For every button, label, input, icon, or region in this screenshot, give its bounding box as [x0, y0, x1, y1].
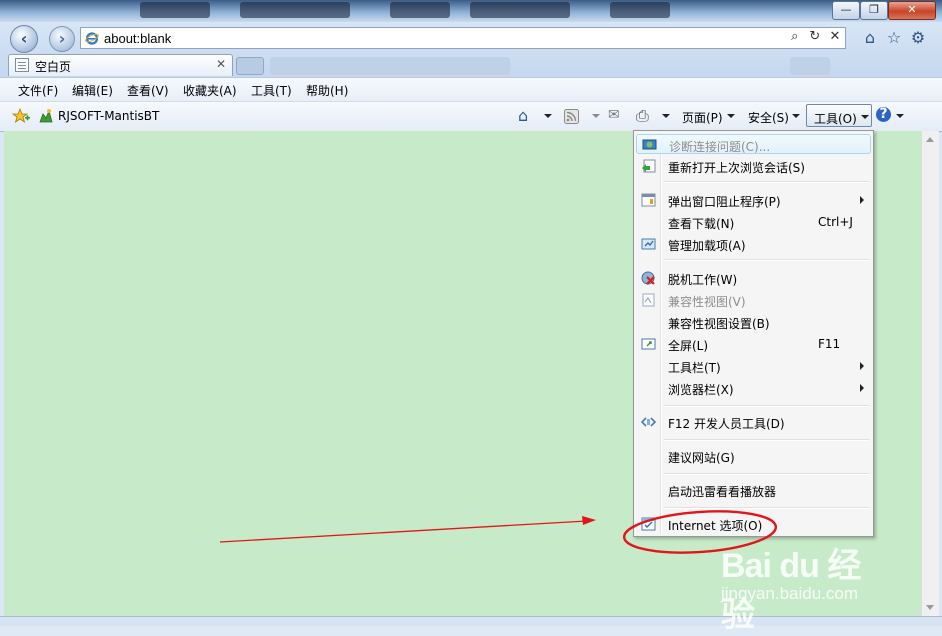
annotation-circle: [622, 510, 778, 554]
annotation-overlay: [219, 510, 778, 554]
annotation-arrow: [219, 516, 596, 543]
